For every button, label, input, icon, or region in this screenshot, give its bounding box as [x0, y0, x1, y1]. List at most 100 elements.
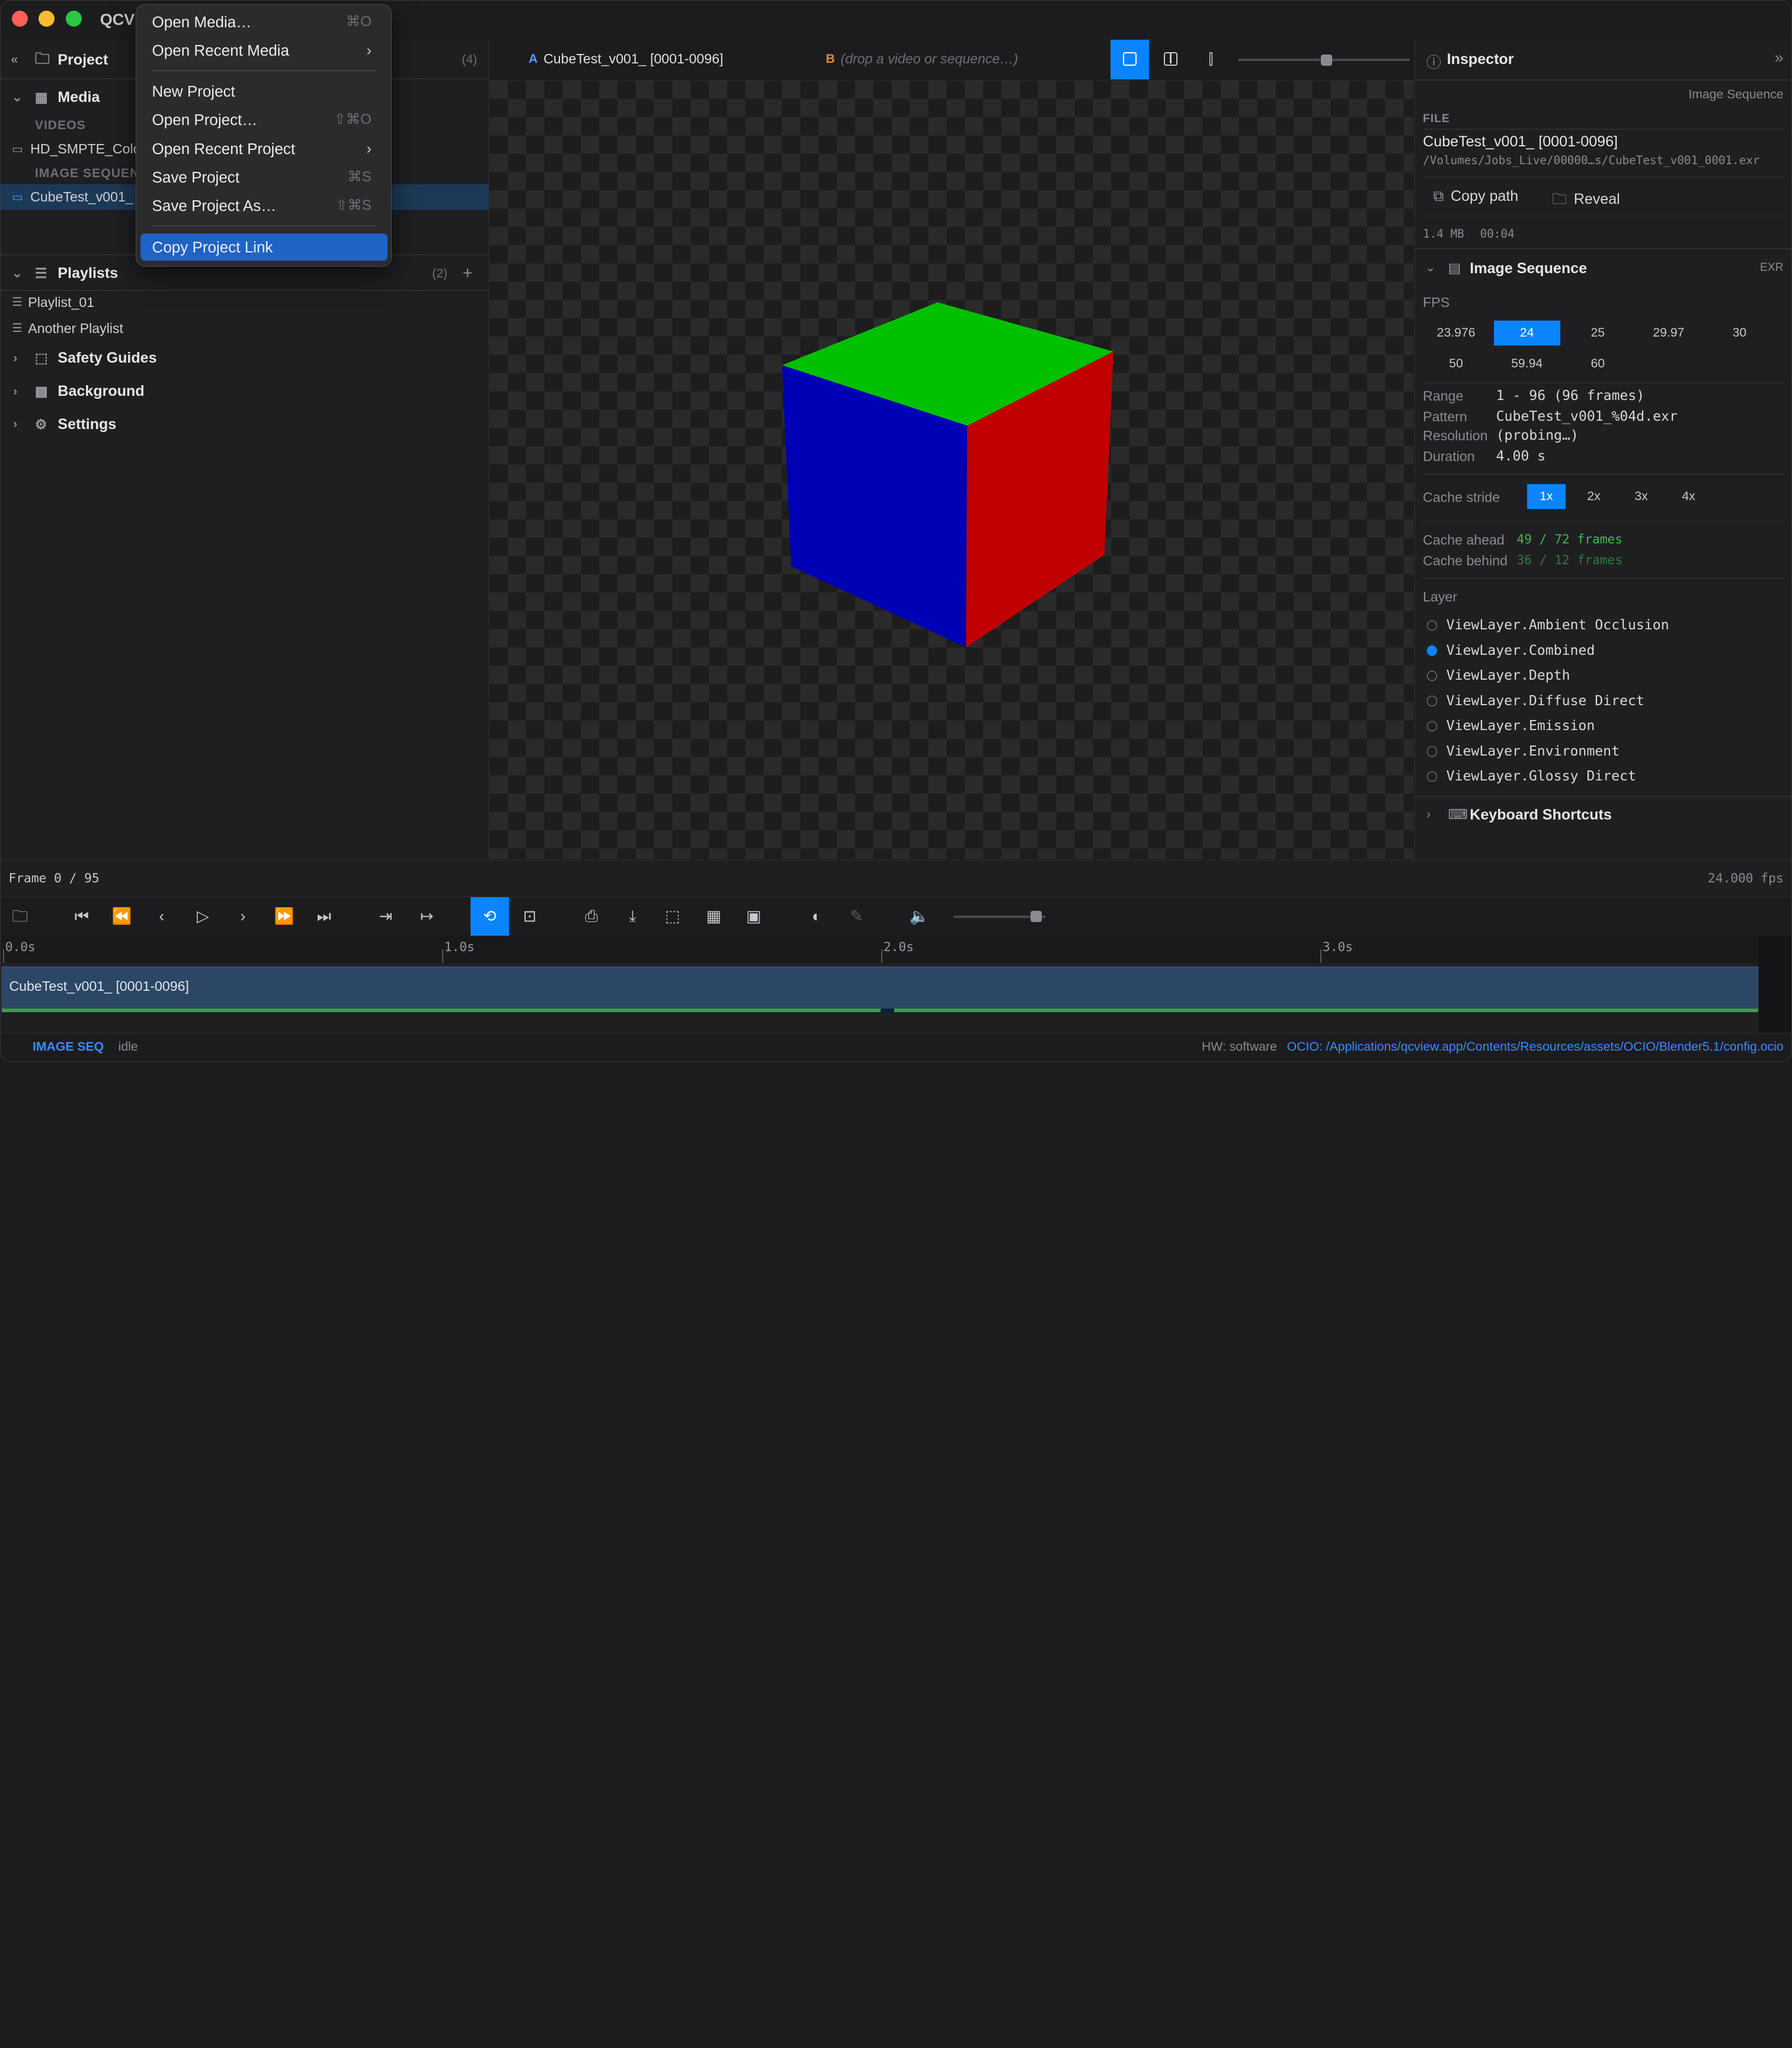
range-value: 1 - 96 (96 frames)	[1496, 388, 1645, 404]
save-frame-button[interactable]: ⤓	[613, 897, 652, 936]
slot-a-name[interactable]: CubeTest_v001_ [0001-0096]	[543, 51, 723, 67]
background-header[interactable]: › ▩ Background	[1, 373, 489, 410]
menu-item-label: Open Project…	[152, 111, 258, 129]
fps-option[interactable]: 30	[1706, 321, 1772, 345]
play-button[interactable]: ▷	[184, 897, 223, 936]
loop-toggle-button[interactable]: ⟲	[470, 897, 510, 936]
zoom-window-button[interactable]	[65, 11, 82, 27]
chevron-right-icon[interactable]: ›	[1426, 808, 1431, 822]
fps-option[interactable]: 59.94	[1494, 351, 1560, 376]
keyboard-shortcuts-title[interactable]: Keyboard Shortcuts	[1470, 807, 1612, 824]
inspector-title: Inspector	[1447, 50, 1514, 68]
close-window-button[interactable]	[12, 11, 28, 27]
chevron-right-icon[interactable]: ›	[13, 385, 17, 399]
single-view-button[interactable]	[1110, 39, 1150, 80]
divider	[1423, 473, 1784, 475]
go-to-end-button[interactable]: ⏭	[305, 897, 344, 936]
add-playlist-button[interactable]: +	[463, 264, 473, 283]
chevron-right-icon[interactable]: ›	[13, 417, 17, 431]
set-out-point-button[interactable]: ↦	[408, 897, 447, 936]
playlist-icon: ☰	[34, 265, 47, 281]
ruler-tick-label: 0.0s	[5, 940, 36, 955]
timeline-clip[interactable]: CubeTest_v001_ [0001-0096]	[1, 966, 1759, 1010]
go-to-start-button[interactable]: ⏮	[62, 897, 101, 936]
video-name: HD_SMPTE_Colo	[30, 141, 141, 157]
safe-area-button[interactable]: ⬚	[653, 897, 692, 936]
layer-name: ViewLayer.Glossy Direct	[1446, 769, 1636, 785]
fps-option[interactable]: 25	[1564, 321, 1631, 345]
menu-item[interactable]: Copy Project Link	[140, 233, 388, 261]
fit-view-button[interactable]: ⊡	[510, 897, 549, 936]
layer-option[interactable]: ViewLayer.Emission	[1426, 718, 1595, 734]
layer-option[interactable]: ViewLayer.Diffuse Direct	[1426, 693, 1644, 709]
chevron-down-icon[interactable]: ⌄	[12, 90, 23, 105]
playlist-item[interactable]: ☰ Playlist_01	[1, 290, 489, 315]
fps-option[interactable]: 23.976	[1423, 321, 1489, 345]
cache-stride-option[interactable]: 4x	[1669, 484, 1708, 509]
chevron-right-icon[interactable]: ›	[13, 351, 17, 366]
menu-item[interactable]: Open Recent Project ›	[140, 135, 388, 162]
color-button[interactable]: ◐	[797, 897, 836, 936]
safety-guides-header[interactable]: › ⬚ Safety Guides	[1, 340, 489, 377]
fps-option[interactable]: 50	[1423, 351, 1489, 376]
slot-b-dropzone[interactable]: (drop a video or sequence…)	[841, 51, 1019, 67]
menu-item[interactable]: Save Project ⌘S	[140, 164, 388, 191]
fast-forward-button[interactable]: ⏩	[265, 897, 304, 936]
volume-slider[interactable]	[953, 911, 1045, 923]
cache-stride-option[interactable]: 3x	[1622, 484, 1661, 509]
copy-path-button[interactable]: ⧉ Copy path	[1433, 188, 1519, 206]
reveal-button[interactable]: 🗀 Reveal	[1552, 188, 1620, 213]
layer-option[interactable]: ViewLayer.Depth	[1426, 668, 1570, 683]
viewer-canvas[interactable]	[489, 81, 1413, 859]
layer-option[interactable]: ViewLayer.Environment	[1426, 744, 1620, 759]
file-label: FILE	[1423, 112, 1450, 125]
chevron-down-icon[interactable]: ⌄	[1425, 260, 1436, 275]
split-view-button[interactable]	[1151, 40, 1191, 80]
video-icon: ▭	[12, 143, 23, 156]
menu-item[interactable]: Open Media… ⌘O	[140, 8, 388, 36]
cache-stride-option[interactable]: 1x	[1527, 484, 1566, 510]
layer-option[interactable]: ViewLayer.Glossy Direct	[1426, 769, 1636, 785]
cache-stride-option[interactable]: 2x	[1575, 484, 1614, 509]
annotate-button[interactable]: ✎	[837, 897, 876, 936]
export-frame-button[interactable]: ⎙	[572, 897, 611, 936]
radio-icon	[1426, 696, 1438, 706]
playlist-name: Another Playlist	[28, 320, 123, 336]
collapse-right-icon[interactable]: »	[1775, 49, 1784, 67]
rewind-button[interactable]: ⏪	[103, 897, 142, 936]
minimize-window-button[interactable]	[38, 11, 55, 27]
chevron-down-icon[interactable]: ⌄	[12, 266, 23, 281]
wipe-slider[interactable]	[1238, 54, 1410, 66]
set-in-point-button[interactable]: ⇥	[366, 897, 405, 936]
checker-icon: ▦	[706, 907, 722, 926]
layer-option[interactable]: ViewLayer.Ambient Occlusion	[1426, 617, 1669, 633]
status-bar: IMAGE SEQ idle HW: software OCIO: /Appli…	[1, 1032, 1792, 1061]
step-back-button[interactable]: ‹	[142, 897, 181, 936]
ocio-config[interactable]: OCIO: /Applications/qcview.app/Contents/…	[1287, 1040, 1784, 1054]
step-forward-button[interactable]: ›	[223, 897, 263, 936]
fps-option[interactable]: 24	[1493, 320, 1560, 346]
menu-item[interactable]: Save Project As… ⇧⌘S	[140, 192, 388, 219]
image-button[interactable]: ▣	[734, 897, 773, 936]
volume-slider-handle[interactable]	[1030, 911, 1042, 923]
menu-item[interactable]: Open Recent Media ›	[140, 37, 388, 64]
fps-option[interactable]: 29.97	[1636, 321, 1702, 345]
timeline-ruler[interactable]: 0.0s 1.0s 2.0s 3.0s	[1, 935, 1792, 963]
app-name: QCV	[100, 11, 135, 29]
media-icon: ▦	[34, 89, 48, 105]
menu-item-label: Open Recent Media	[152, 41, 289, 59]
checker-button[interactable]: ▦	[695, 897, 734, 936]
playlist-item[interactable]: ☰ Another Playlist	[1, 316, 489, 341]
menu-item-label: Copy Project Link	[152, 238, 273, 256]
wipe-view-button[interactable]: ⫿	[1192, 40, 1231, 80]
settings-header[interactable]: › ⚙ Settings	[1, 407, 489, 443]
menu-item[interactable]: New Project	[140, 78, 388, 105]
mute-button[interactable]: 🔈	[900, 897, 939, 936]
resolution-value: (probing…)	[1496, 428, 1579, 444]
layer-option[interactable]: ViewLayer.Combined	[1426, 643, 1595, 658]
wipe-slider-handle[interactable]	[1320, 54, 1332, 66]
collapse-left-icon[interactable]: «	[11, 53, 18, 67]
fps-option[interactable]: 60	[1564, 351, 1631, 376]
open-folder-button[interactable]: 🗀	[1, 897, 40, 936]
menu-item[interactable]: Open Project… ⇧⌘O	[140, 106, 388, 133]
